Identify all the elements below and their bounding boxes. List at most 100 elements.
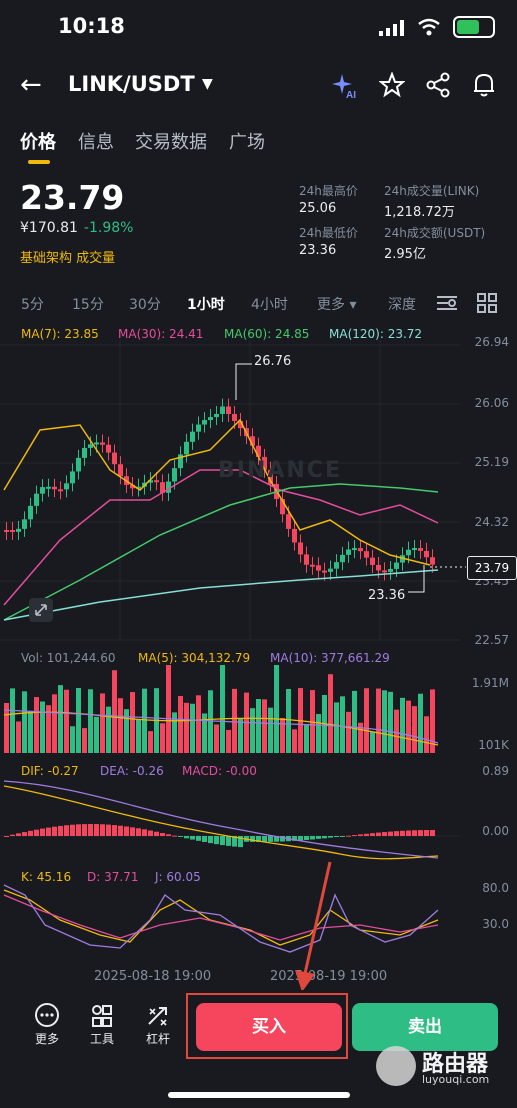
- leverage-tool[interactable]: 杠杆: [133, 1000, 183, 1047]
- chart-settings-icon[interactable]: [436, 293, 458, 313]
- dif-line: [3, 785, 439, 860]
- macd-bar: [226, 836, 231, 846]
- volume-bar: [70, 726, 75, 753]
- tf-15m[interactable]: 15分: [72, 294, 104, 314]
- low-label: 24h最低价: [299, 226, 358, 240]
- volume-bar: [64, 689, 69, 753]
- volume-bar: [292, 729, 297, 753]
- sell-button[interactable]: 卖出: [352, 1003, 498, 1051]
- macd-bar: [112, 825, 117, 836]
- volume-bar: [136, 719, 141, 753]
- tf-1h[interactable]: 1小时: [187, 294, 225, 314]
- volume-bar: [76, 688, 81, 753]
- kdj-chart: [3, 884, 439, 953]
- macd-bar: [394, 831, 399, 836]
- macd-bar: [400, 830, 405, 836]
- macd-bar: [322, 836, 327, 839]
- candle: [160, 474, 165, 501]
- volume-bar: [94, 716, 99, 753]
- volume-bar: [148, 731, 153, 753]
- tf-more[interactable]: 更多 ▾: [317, 294, 356, 314]
- vol-axis-1: 101K: [478, 738, 509, 752]
- tab-underline: [28, 160, 50, 164]
- ai-icon[interactable]: AI: [332, 72, 360, 100]
- category-tags[interactable]: 基础架构 成交量: [20, 247, 115, 266]
- buy-button[interactable]: 买入: [196, 1003, 342, 1051]
- macd-bar: [100, 824, 105, 836]
- pair-title[interactable]: LINK/USDT: [68, 72, 195, 96]
- macd-bar: [46, 827, 51, 836]
- candle: [430, 549, 435, 573]
- macd-bar: [388, 831, 393, 836]
- macd-bar: [172, 835, 177, 837]
- volume-bar: [196, 695, 201, 753]
- candle: [106, 436, 111, 461]
- macd-bar: [208, 836, 213, 844]
- macd-bar: [382, 832, 387, 836]
- pair-dropdown-icon[interactable]: ▼: [202, 76, 213, 92]
- candle: [178, 446, 183, 477]
- volume-bar: [256, 698, 261, 753]
- volume-bar: [220, 665, 225, 753]
- candle: [184, 433, 189, 463]
- share-icon[interactable]: [426, 72, 450, 98]
- candle: [10, 522, 15, 540]
- price-axis-2: 25.19: [474, 455, 509, 469]
- macd-bar: [28, 830, 33, 836]
- candlestick-chart[interactable]: [0, 340, 517, 650]
- macd-bar: [148, 830, 153, 836]
- amount-value: 2.95亿: [384, 247, 426, 262]
- volume-bar: [112, 670, 117, 753]
- price-axis-3: 24.32: [474, 515, 509, 529]
- vol-label: Vol: 101,244.60: [21, 651, 116, 665]
- volume-bar: [58, 685, 63, 753]
- volume-bar: [52, 694, 57, 753]
- volume-bar: [178, 695, 183, 753]
- bell-icon[interactable]: [472, 72, 496, 98]
- macd-bar: [370, 833, 375, 836]
- exchange-watermark: BINANCE: [218, 458, 342, 483]
- macd-bar: [4, 836, 9, 837]
- tf-5m[interactable]: 5分: [21, 294, 44, 314]
- candle: [304, 546, 309, 573]
- layout-grid-icon[interactable]: [477, 293, 497, 313]
- expand-icon[interactable]: [28, 597, 54, 623]
- tab-price[interactable]: 价格: [20, 128, 56, 154]
- tab-info[interactable]: 信息: [78, 128, 114, 154]
- volume-bar: [28, 710, 33, 753]
- tf-4h[interactable]: 4小时: [251, 294, 288, 314]
- macd-bar: [346, 835, 351, 837]
- vol-ma10-label: MA(10): 377,661.29: [270, 651, 390, 665]
- tf-30m[interactable]: 30分: [129, 294, 161, 314]
- candle: [382, 562, 387, 581]
- macd-bar: [94, 824, 99, 836]
- macd-axis-0: 0.89: [482, 764, 509, 778]
- tab-trading-data[interactable]: 交易数据: [135, 128, 207, 154]
- macd-bar: [334, 836, 339, 838]
- candle: [4, 522, 9, 540]
- more-tool[interactable]: 更多: [22, 1000, 72, 1047]
- macd-bar: [136, 828, 141, 836]
- macd-bar: [418, 830, 423, 836]
- ma30-label: MA(30): 24.41: [118, 327, 204, 341]
- star-icon[interactable]: [379, 72, 405, 98]
- back-button[interactable]: ←: [20, 70, 42, 100]
- macd-bar: [196, 836, 201, 841]
- volume-bar: [418, 693, 423, 753]
- tf-depth[interactable]: 深度: [388, 294, 416, 314]
- macd-bar: [118, 825, 123, 836]
- macd-bar: [340, 836, 345, 837]
- ma120-label: MA(120): 23.72: [329, 327, 423, 341]
- macd-bar: [352, 835, 357, 837]
- candle: [292, 520, 297, 551]
- tab-square[interactable]: 广场: [229, 128, 265, 154]
- macd-bar: [262, 836, 267, 842]
- volume-bar: [130, 692, 135, 753]
- macd-bar: [220, 836, 225, 846]
- volume-bar: [424, 716, 429, 753]
- volume-bar: [88, 689, 93, 753]
- tools-tool[interactable]: 工具: [77, 1000, 127, 1047]
- macd-bar: [64, 825, 69, 836]
- volume-bar: [22, 691, 27, 753]
- candle: [40, 479, 45, 502]
